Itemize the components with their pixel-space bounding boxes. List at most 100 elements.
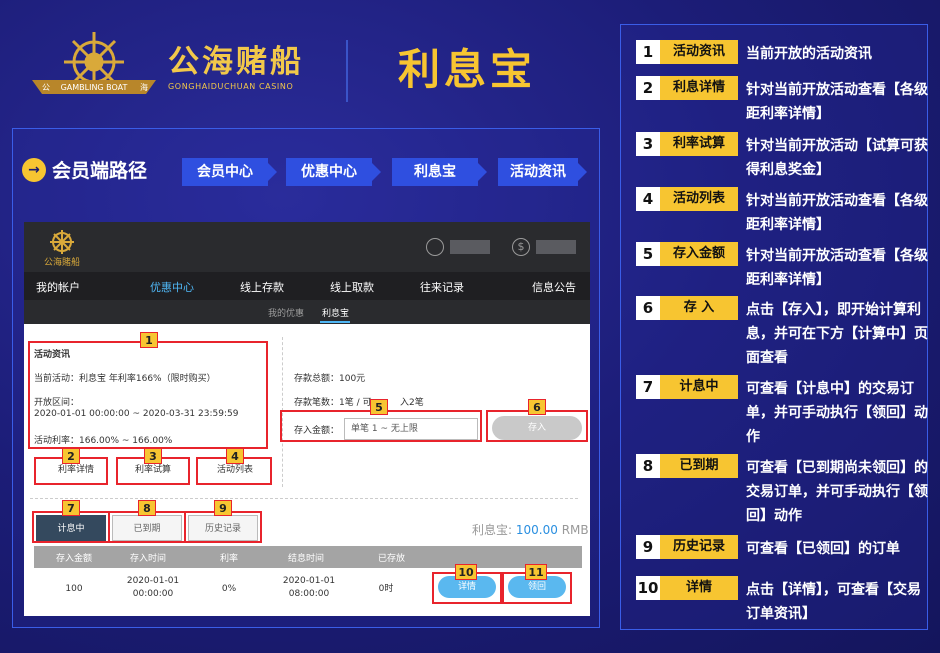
interest-balance-label: 利息宝: [472,523,513,537]
deposit-total: 存款总额：100元 [294,374,366,384]
legend-num: 9 [636,535,660,559]
table-header: 存入金额 存入时间 利率 结息时间 已存放 [34,546,582,568]
user-icon[interactable] [426,238,444,256]
legend-num: 1 [636,40,660,64]
callout-num-11: 11 [525,564,547,580]
th-time: 存入时间 [130,554,167,564]
th-amount: 存入金额 [56,554,93,564]
subnav-my-promo[interactable]: 我的优惠 [268,306,304,319]
legend-num: 3 [636,132,660,156]
callout-num-2: 2 [62,448,80,464]
legend-tag: 存 入 [660,296,738,320]
legend-tag: 历史记录 [660,535,738,559]
legend-num: 2 [636,76,660,100]
breadcrumb-interest: 利息宝 [392,158,478,186]
legend-desc: 可查看【计息中】的交易订单，并可手动执行【领回】动作 [746,381,928,445]
legend-tag: 计息中 [660,375,738,399]
balance-icon: $ [512,238,530,256]
nav-my-account[interactable]: 我的帐户 [36,279,80,295]
legend-tag: 活动列表 [660,187,738,211]
callout-num-4: 4 [226,448,244,464]
logo-left-char: 公 [42,83,50,92]
subnav-underline [320,321,350,323]
legend-desc: 当前开放的活动资讯 [746,46,872,62]
legend-tag: 已到期 [660,454,738,478]
brand-name-en: GONGHAIDUCHUAN CASINO [168,82,294,91]
legend-tag: 利率试算 [660,132,738,156]
nav-records[interactable]: 往来记录 [420,279,464,295]
deposit-count-a: 存款笔数：1笔 / 可 [294,398,372,408]
interest-balance: 利息宝: 100.00 RMB [472,521,589,538]
breadcrumb-arrow [372,163,381,181]
th-settle: 结息时间 [288,554,325,564]
logo-right-char: 海 [140,82,148,92]
nav-withdraw[interactable]: 线上取款 [330,279,374,295]
ship-wheel-logo-icon: GAMBLING BOAT 公 海 [32,32,156,94]
legend-num: 4 [636,187,660,211]
app-nav: 我的帐户 优惠中心 线上存款 线上取款 往来记录 信息公告 [24,272,590,300]
interest-balance-value: 100.00 [515,523,558,537]
th-rate: 利率 [220,554,239,564]
callout-num-3: 3 [144,448,162,464]
legend-num: 7 [636,375,660,399]
breadcrumb-arrow [268,163,277,181]
callout-num-1: 1 [140,332,158,348]
breadcrumb-arrow [478,163,487,181]
legend-desc: 可查看【已领回】的订单 [746,541,900,557]
app-topbar: 公海賭船 $ [24,222,590,272]
callout-num-6: 6 [528,399,546,415]
nav-announcements[interactable]: 信息公告 [532,279,576,295]
legend-tag: 存入金额 [660,242,738,266]
logo-banner-text: GAMBLING BOAT [61,83,128,92]
cell-settle-clock: 08:00:00 [288,589,330,599]
cell-rate: 0% [221,584,237,594]
legend-desc: 可查看【已到期尚未领回】的交易订单，并可手动执行【领回】动作 [746,460,928,524]
member-path-label: 会员端路径 [52,160,148,182]
legend-desc: 针对当前开放活动查看【各级距利率详情】 [746,82,928,122]
callout-num-10: 10 [455,564,477,580]
legend-tag: 活动资讯 [660,40,738,64]
username-blurred [450,240,490,254]
legend-desc: 针对当前开放活动查看【各级距利率详情】 [746,248,928,288]
brand-name-cn: 公海赌船 [168,44,304,80]
cell-time-date: 2020-01-01 [126,576,180,586]
interest-balance-unit: RMB [561,523,589,537]
cell-amount: 100 [65,584,83,594]
cell-settle-date: 2020-01-01 [282,576,336,586]
legend-num: 5 [636,242,660,266]
callout-num-9: 9 [214,500,232,516]
callout-num-5: 5 [370,399,388,415]
legend-num: 8 [636,454,660,478]
th-stored: 已存放 [378,554,406,564]
brand: 公海赌船 GONGHAIDUCHUAN CASINO [168,44,304,91]
breadcrumb-activity-info: 活动资讯 [498,158,578,186]
nav-deposit[interactable]: 线上存款 [240,279,284,295]
legend-desc: 点击【存入】，即开始计算利息，并可在下方【计算中】页面查看 [746,302,928,366]
divider [30,498,578,499]
breadcrumb-promo-center: 优惠中心 [286,158,372,186]
path-arrow-icon: → [22,158,46,182]
cell-time-clock: 00:00:00 [132,589,174,599]
header-divider [346,40,348,102]
app-subnav: 我的优惠 利息宝 [24,300,590,324]
callout-num-7: 7 [62,500,80,516]
legend-desc: 点击【详情】，可查看【交易订单资讯】 [746,582,921,622]
legend-num: 6 [636,296,660,320]
legend-desc: 针对当前开放活动【试算可获得利息奖金】 [746,138,928,178]
breadcrumb-arrow [578,163,587,181]
callout-num-8: 8 [138,500,156,516]
page-title: 利息宝 [398,45,537,94]
legend-tag: 详情 [660,576,738,600]
cell-stored: 0时 [378,584,394,594]
deposit-count-b: 入2笔 [400,398,424,408]
legend-desc: 针对当前开放活动查看【各级距利率详情】 [746,193,928,233]
legend-tag: 利息详情 [660,76,738,100]
nav-promo-center[interactable]: 优惠中心 [150,279,194,295]
app-logo-icon: 公海賭船 [44,230,80,268]
breadcrumb-member-center: 会员中心 [182,158,268,186]
legend-num: 10 [636,576,660,600]
subnav-interest[interactable]: 利息宝 [322,306,349,319]
callout-box-1 [28,341,268,449]
app-logo-text: 公海賭船 [44,256,80,268]
balance-blurred [536,240,576,254]
